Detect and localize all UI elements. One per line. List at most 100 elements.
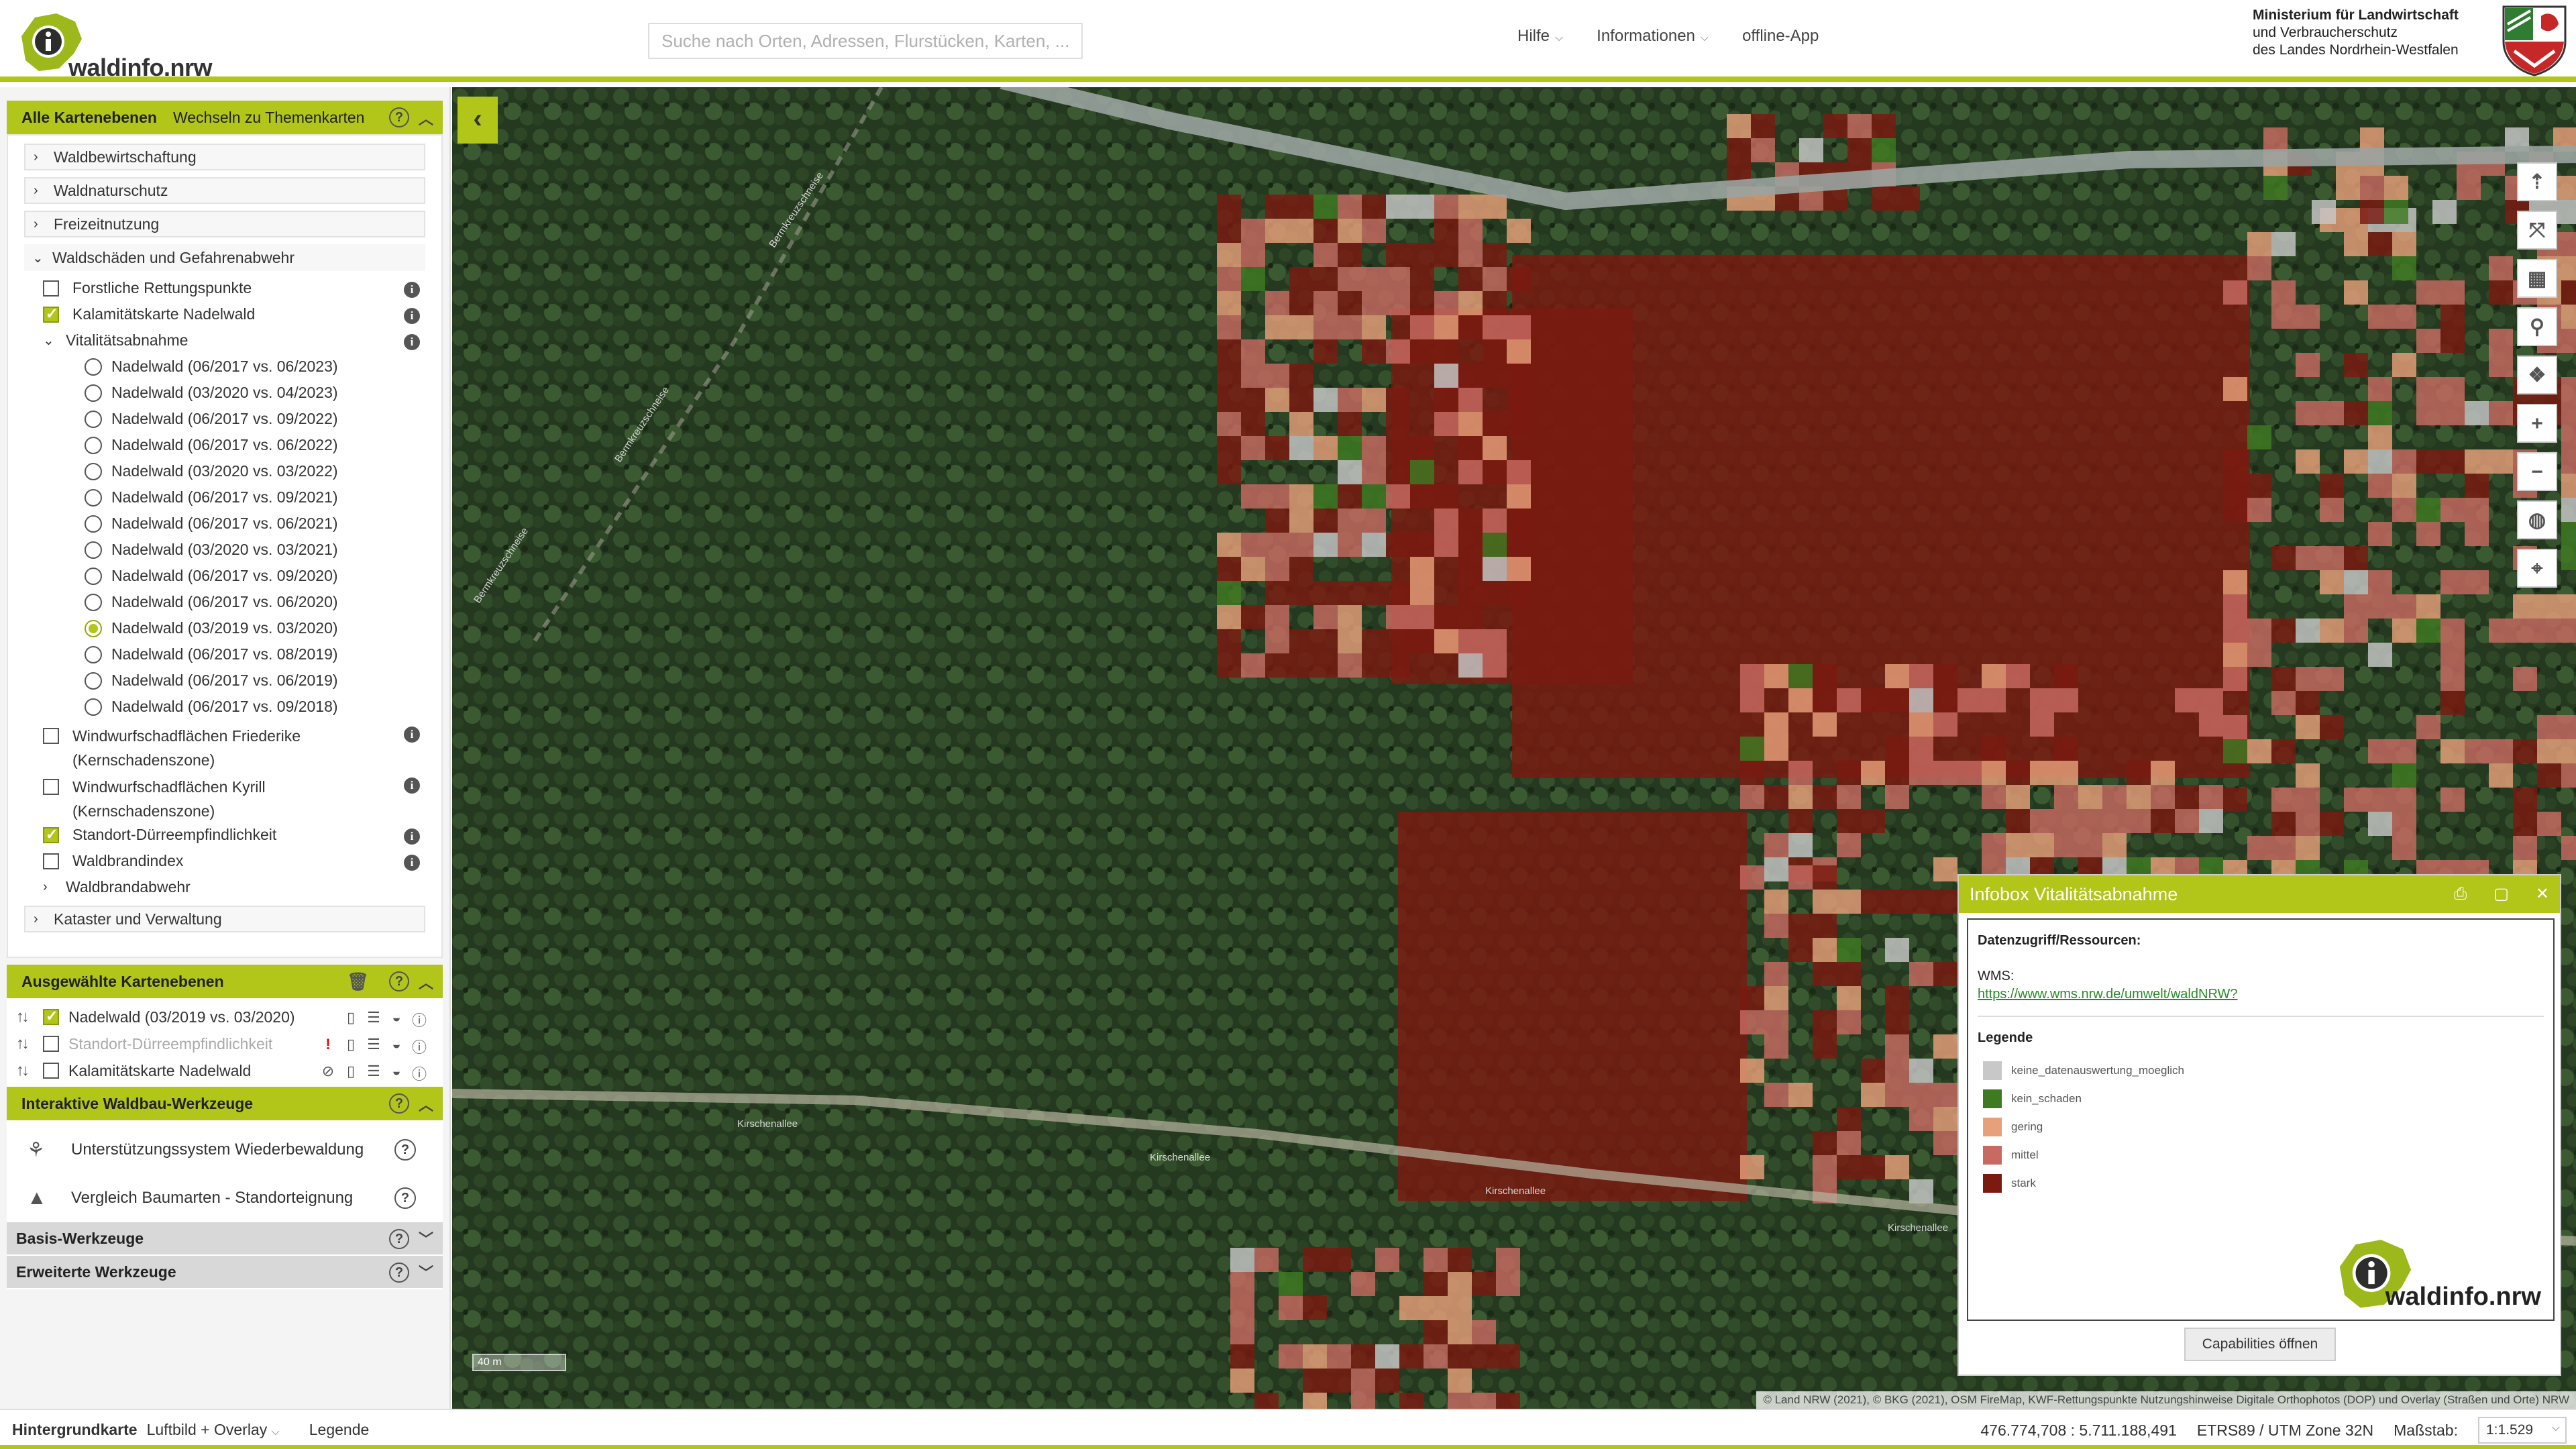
zoom-out-icon[interactable]: − — [2517, 452, 2557, 491]
selected-layer-row[interactable]: ↑↓ Nadelwald (03/2019 vs. 03/2020) ▯ ☰ ◒ ⓘ — [16, 1004, 433, 1030]
layer-radio[interactable] — [85, 436, 102, 454]
selected-layers-header[interactable]: Ausgewählte Kartenebenen 🗑 ? ︿ — [7, 965, 443, 998]
layer-checkbox[interactable] — [43, 1063, 59, 1079]
nav-offline-app[interactable]: offline-App — [1742, 27, 1819, 46]
list-icon[interactable]: ☰ — [366, 1063, 381, 1084]
infobox-header[interactable]: Infobox Vitalitätsabnahme ⎙ ▢ ✕ — [1959, 875, 2560, 913]
reorder-icon[interactable]: ↑↓ — [16, 1061, 43, 1080]
tool-baumarten[interactable]: ▲ Vergleich Baumarten - Standorteignung … — [20, 1174, 429, 1222]
globe-icon[interactable]: ◍ — [2517, 500, 2557, 539]
help-icon[interactable]: ? — [389, 1229, 409, 1249]
list-icon[interactable]: ☰ — [366, 1036, 381, 1057]
trash-icon[interactable]: ▯ — [343, 1063, 358, 1084]
layer-radio[interactable] — [85, 384, 102, 402]
search-input[interactable] — [648, 23, 1083, 59]
layer-checkbox[interactable] — [43, 853, 59, 869]
chevron-up-icon[interactable]: ︿ — [419, 1093, 433, 1115]
basis-tools-header[interactable]: Basis-Werkzeuge ? ﹀ — [7, 1222, 443, 1256]
category-waldnaturschutz[interactable]: › Waldnaturschutz — [24, 177, 425, 204]
layer-checkbox[interactable] — [43, 305, 59, 323]
vitality-layer-option[interactable]: Nadelwald (03/2019 vs. 03/2020) — [24, 615, 425, 641]
vitality-layer-option[interactable]: Nadelwald (06/2017 vs. 09/2022) — [24, 406, 425, 432]
scale-select[interactable]: 1:1.529 ⌵ — [2478, 1417, 2567, 1444]
help-icon[interactable]: ? — [389, 107, 409, 127]
layer-forstliche-rettungspunkte[interactable]: Forstliche Rettungspunkte i — [24, 275, 425, 301]
info-icon[interactable]: i — [404, 282, 420, 298]
waldinfo-logo[interactable]: waldinfo.nrw — [15, 5, 216, 81]
all-layers-header[interactable]: Alle Kartenebenen Wechseln zu Themenkart… — [7, 101, 443, 134]
layer-radio[interactable] — [85, 462, 102, 480]
layers-icon[interactable]: ❖ — [2517, 356, 2557, 394]
layer-radio[interactable] — [85, 698, 102, 716]
vitality-layer-option[interactable]: Nadelwald (06/2017 vs. 09/2018) — [24, 694, 425, 720]
layer-checkbox[interactable] — [43, 779, 59, 795]
vitality-layer-option[interactable]: Nadelwald (03/2020 vs. 03/2021) — [24, 537, 425, 563]
vitality-layer-option[interactable]: Nadelwald (03/2020 vs. 04/2023) — [24, 380, 425, 406]
opacity-icon[interactable]: ◒ — [389, 1009, 404, 1030]
info-icon[interactable]: i — [404, 308, 420, 324]
trash-icon[interactable]: 🗑 — [347, 971, 369, 992]
layer-radio[interactable] — [85, 358, 102, 376]
chevron-up-icon[interactable]: ︿ — [419, 107, 433, 129]
opacity-icon[interactable]: ◒ — [389, 1063, 404, 1084]
layer-radio[interactable] — [85, 619, 102, 637]
warning-icon[interactable]: ! — [321, 1036, 335, 1057]
info-icon[interactable]: ⓘ — [412, 1009, 427, 1030]
crs-select[interactable]: ETRS89 / UTM Zone 32N — [2197, 1421, 2373, 1440]
nav-informationen[interactable]: Informationen ⌵ — [1597, 27, 1709, 46]
list-icon[interactable]: ☰ — [366, 1009, 381, 1030]
info-icon[interactable]: i — [404, 855, 420, 871]
background-map-select[interactable]: Luftbild + Overlay ⌵ — [147, 1421, 280, 1439]
vitality-layer-option[interactable]: Nadelwald (03/2020 vs. 03/2022) — [24, 458, 425, 484]
group-vitalitaetsabnahme[interactable]: ⌄ Vitalitätsabnahme i — [24, 327, 425, 354]
chevron-down-icon[interactable]: ﹀ — [419, 1228, 433, 1249]
trash-icon[interactable]: ▯ — [343, 1009, 358, 1030]
visibility-off-icon[interactable]: ⊘ — [321, 1063, 335, 1084]
help-icon[interactable]: ? — [389, 1263, 409, 1283]
chevron-down-icon[interactable]: ﹀ — [419, 1261, 433, 1283]
close-icon[interactable]: ✕ — [2536, 875, 2549, 913]
maximize-icon[interactable]: ▢ — [2493, 875, 2509, 913]
category-freizeitnutzung[interactable]: › Freizeitnutzung — [24, 211, 425, 237]
help-icon[interactable]: ? — [394, 1187, 416, 1209]
infobox-window[interactable]: Infobox Vitalitätsabnahme ⎙ ▢ ✕ Datenzug… — [1957, 874, 2561, 1376]
capabilities-button[interactable]: Capabilities öffnen — [2184, 1328, 2336, 1361]
category-waldbewirtschaftung[interactable]: › Waldbewirtschaftung — [24, 144, 425, 170]
vitality-layer-option[interactable]: Nadelwald (06/2017 vs. 09/2021) — [24, 484, 425, 511]
category-kataster[interactable]: › Kataster und Verwaltung — [24, 906, 425, 932]
group-waldbrandabwehr[interactable]: › Waldbrandabwehr — [24, 874, 425, 900]
layer-radio[interactable] — [85, 593, 102, 611]
layer-standort-duerre[interactable]: Standort-Dürreempfindlichkeit i — [24, 822, 425, 848]
vitality-layer-option[interactable]: Nadelwald (06/2017 vs. 06/2020) — [24, 589, 425, 615]
info-icon[interactable]: ⓘ — [412, 1063, 427, 1084]
reorder-icon[interactable]: ↑↓ — [16, 1008, 43, 1026]
layer-checkbox[interactable] — [43, 280, 59, 297]
layer-radio[interactable] — [85, 541, 102, 559]
extended-tools-header[interactable]: Erweiterte Werkzeuge ? ﹀ — [7, 1256, 443, 1289]
vitality-layer-option[interactable]: Nadelwald (06/2017 vs. 06/2021) — [24, 511, 425, 537]
compass-icon[interactable]: ⇡ — [2517, 162, 2557, 201]
layer-kalamitaetskarte[interactable]: Kalamitätskarte Nadelwald i — [24, 301, 425, 327]
layer-radio[interactable] — [85, 410, 102, 428]
layer-radio[interactable] — [85, 645, 102, 663]
layer-radio[interactable] — [85, 672, 102, 690]
selected-layer-row[interactable]: ↑↓ Kalamitätskarte Nadelwald ⊘ ▯ ☰ ◒ ⓘ — [16, 1057, 433, 1084]
vitality-layer-option[interactable]: Nadelwald (06/2017 vs. 09/2020) — [24, 563, 425, 589]
marker-icon[interactable]: ⚲ — [2517, 307, 2557, 346]
calendar-icon[interactable]: ▦ — [2517, 259, 2557, 298]
locate-icon[interactable]: ⌖ — [2517, 549, 2557, 588]
trash-icon[interactable]: ▯ — [343, 1036, 358, 1057]
info-icon[interactable]: ⓘ — [412, 1036, 427, 1057]
vitality-layer-option[interactable]: Nadelwald (06/2017 vs. 06/2019) — [24, 667, 425, 694]
layer-checkbox[interactable] — [43, 1008, 59, 1025]
reorder-icon[interactable]: ↑↓ — [16, 1034, 43, 1053]
layer-radio[interactable] — [85, 567, 102, 585]
map-attribution[interactable]: © Land NRW (2021), © BKG (2021), OSM Fir… — [1756, 1391, 2576, 1409]
category-waldschaeden[interactable]: ⌄ Waldschäden und Gefahrenabwehr — [24, 244, 425, 271]
layer-checkbox[interactable] — [43, 728, 59, 744]
fullscreen-icon[interactable]: ⤧ — [2517, 211, 2557, 250]
layer-checkbox[interactable] — [43, 1036, 59, 1052]
vitality-layer-option[interactable]: Nadelwald (06/2017 vs. 06/2022) — [24, 432, 425, 458]
switch-to-theme-maps-link[interactable]: Wechseln zu Themenkarten — [173, 109, 365, 127]
info-icon[interactable]: i — [404, 828, 420, 845]
